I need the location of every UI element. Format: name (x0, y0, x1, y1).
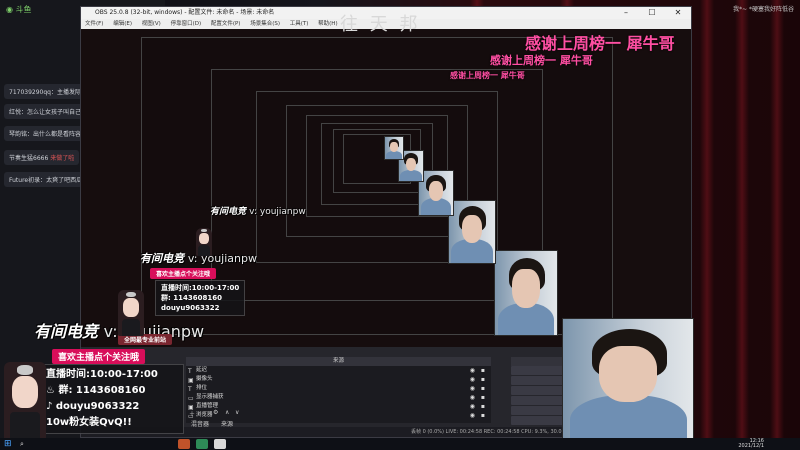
move-down-icon[interactable]: ∨ (235, 409, 239, 416)
menu-file[interactable]: 文件(F) (85, 21, 103, 27)
thanks-banner: 感谢上周榜一 犀牛哥 (450, 70, 525, 80)
lock-icon[interactable]: ▪ (481, 375, 485, 384)
eye-icon[interactable]: ◉ (470, 393, 475, 402)
douyu-logo-icon: ◉ (6, 5, 16, 14)
sources-dock: 来源 T 延迟 ◉ ▪ ▣ 摄像头 ◉ ▪ T 排位 ◉ ▪ ▭ 显示器捕获 ◉ ▪ ▣ 直播管理 ◉ ▪ ▭… (186, 357, 491, 423)
brand-title: 有间电竞 v: youjianpw (210, 207, 306, 217)
eye-icon[interactable]: ◉ (470, 375, 475, 384)
source-item[interactable]: ▣ 直播管理 ◉ ▪ (186, 402, 491, 411)
menu-view[interactable]: 视图(V) (142, 21, 161, 27)
curtain-decor (735, 0, 749, 450)
webcam-feed (494, 250, 558, 336)
remove-source-icon[interactable]: － (201, 409, 207, 418)
add-source-icon[interactable]: ＋ (189, 409, 195, 418)
follow-slogan: 喜欢主播点个关注哦 (150, 268, 217, 279)
lock-icon[interactable]: ▪ (481, 384, 485, 393)
fire-icon: ♨ (46, 385, 59, 396)
system-tray-notice: 我*~ *硬塞我好阵低谷 (733, 6, 794, 13)
source-item[interactable]: T 排位 ◉ ▪ (186, 384, 491, 393)
anime-mascot (196, 228, 212, 256)
move-up-icon[interactable]: ∧ (225, 409, 229, 416)
chat-message: 节奏生猛6666 来做了啦 (4, 150, 80, 165)
follow-slogan: 喜欢主播点个关注哦 (52, 349, 146, 364)
curtain-decor (700, 0, 714, 450)
search-icon[interactable]: ⌕ (20, 440, 24, 449)
lock-icon[interactable]: ▪ (481, 366, 485, 375)
menu-help[interactable]: 帮助(H) (318, 21, 337, 27)
eye-icon[interactable]: ◉ (470, 384, 475, 393)
anime-mascot (4, 362, 46, 442)
eye-icon[interactable]: ◉ (470, 402, 475, 411)
chat-message: Future初录：太爽了吧西瓜 (4, 172, 88, 187)
menu-tools[interactable]: 工具(T) (290, 21, 309, 27)
lock-icon[interactable]: ▪ (481, 402, 485, 411)
sources-header: 来源 (186, 357, 491, 366)
curtain-decor (770, 0, 784, 450)
anime-mascot (118, 290, 144, 336)
douyu-logo: ◉ 斗鱼 (6, 5, 32, 14)
maximize-icon[interactable]: ☐ (639, 7, 665, 19)
thanks-banner: 感谢上周榜一 犀牛哥 (490, 54, 593, 67)
taskbar-app-icon[interactable] (196, 439, 208, 449)
taskbar-clock: 12:16 2021/12/1 (738, 438, 764, 449)
eye-icon[interactable]: ◉ (470, 366, 475, 375)
menu-profile[interactable]: 配置文件(P) (211, 21, 241, 27)
menu-docks[interactable]: 停靠窗口(D) (171, 21, 202, 27)
douyin-icon: ♪ (46, 401, 56, 412)
source-item[interactable]: ▣ 摄像头 ◉ ▪ (186, 375, 491, 384)
close-icon[interactable]: ✕ (665, 7, 691, 19)
stream-info-box: 直播时间:10:00-17:00 ♨ 群: 1143608160 ♪ douyu… (40, 364, 184, 434)
webcam-feed (562, 318, 694, 442)
eye-icon[interactable]: ◉ (470, 411, 475, 420)
lock-icon[interactable]: ▪ (481, 411, 485, 420)
webcam-feed (384, 136, 404, 160)
taskbar-app-icon[interactable] (178, 439, 190, 449)
minimize-icon[interactable]: – (613, 7, 639, 19)
menu-scene-collection[interactable]: 场景集合(S) (250, 21, 280, 27)
source-item[interactable]: ▭ 显示器捕获 ◉ ▪ (186, 393, 491, 402)
taskbar-app-icon[interactable] (214, 439, 226, 449)
windows-taskbar: ⊞ ⌕ 12:16 2021/12/1 (0, 438, 800, 450)
stream-info-box: 直播时间:10:00-17:00 群: 1143608160 douyu9063… (155, 280, 246, 316)
lock-icon[interactable]: ▪ (481, 393, 485, 402)
thanks-banner: 感谢上周榜一 犀牛哥 (525, 34, 675, 53)
source-item[interactable]: T 延迟 ◉ ▪ (186, 366, 491, 375)
windows-start-icon[interactable]: ⊞ (4, 439, 12, 449)
gear-icon[interactable]: ⚙ (213, 409, 218, 416)
stage-title: 往 天 邦 (340, 14, 421, 35)
webcam-feed (448, 200, 496, 264)
menu-edit[interactable]: 编辑(E) (113, 21, 132, 27)
